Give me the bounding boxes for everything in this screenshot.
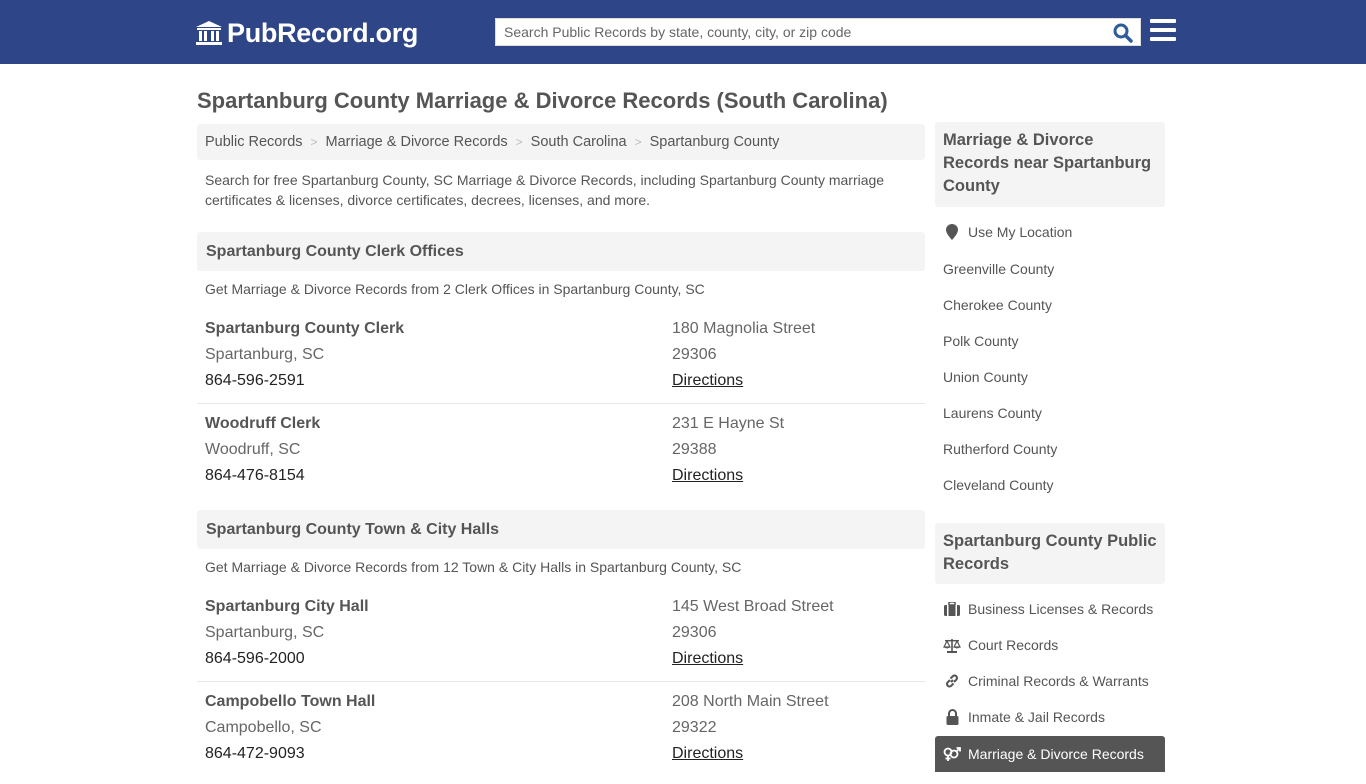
directions-link[interactable]: Directions (672, 650, 743, 667)
sidebar-link-criminal-records[interactable]: Criminal Records & Warrants (943, 673, 1149, 689)
office-entry: Woodruff Clerk Woodruff, SC 864-476-8154… (197, 411, 925, 506)
nearby-county-link[interactable]: Cherokee County (943, 297, 1052, 313)
sidebar-link-label: Court Records (968, 637, 1059, 653)
map-marker-icon (943, 224, 961, 240)
office-zip: 29388 (672, 441, 717, 458)
section-description: Get Marriage & Divorce Records from 2 Cl… (205, 281, 705, 297)
section-heading-town-city-halls: Spartanburg County Town & City Halls (197, 510, 925, 549)
sidebar-link-marriage-divorce-active[interactable]: Marriage & Divorce Records (935, 736, 1165, 772)
office-name: Spartanburg City Hall (205, 598, 369, 615)
logo-text: PubRecord.org (227, 17, 419, 48)
bank-building-icon (196, 21, 222, 45)
sidebar-link-inmate-records[interactable]: Inmate & Jail Records (943, 709, 1105, 725)
nearby-county-link[interactable]: Cleveland County (943, 477, 1054, 493)
office-zip: 29322 (672, 719, 717, 736)
directions-link[interactable]: Directions (672, 745, 743, 762)
directions-link[interactable]: Directions (672, 372, 743, 389)
nearby-county-link[interactable]: Union County (943, 369, 1028, 385)
sidebar-link-label: Business Licenses & Records (968, 601, 1154, 617)
sidebar-link-label: Marriage & Divorce Records (968, 746, 1144, 762)
office-entry: Spartanburg City Hall Spartanburg, SC 86… (197, 594, 925, 682)
office-address: 145 West Broad Street (672, 598, 834, 615)
top-navbar: PubRecord.org (0, 0, 1366, 64)
office-address: 231 E Hayne St (672, 415, 785, 432)
sidebar-link-label: Criminal Records & Warrants (968, 673, 1149, 689)
breadcrumb-separator: > (515, 135, 523, 149)
use-my-location-label: Use My Location (968, 224, 1073, 240)
breadcrumb-county[interactable]: Spartanburg County (650, 134, 780, 150)
link-icon (943, 673, 961, 689)
lock-icon (943, 709, 961, 725)
sidebar-heading-public-records: Spartanburg County Public Records (935, 523, 1165, 584)
nearby-county-link[interactable]: Rutherford County (943, 441, 1057, 457)
intro-text: Search for free Spartanburg County, SC M… (205, 172, 885, 208)
office-address: 208 North Main Street (672, 693, 829, 710)
office-phone: 864-476-8154 (205, 467, 305, 484)
sidebar-link-business-licenses[interactable]: Business Licenses & Records (943, 601, 1153, 617)
nearby-county-link[interactable]: Laurens County (943, 405, 1042, 421)
venus-mars-icon (943, 746, 961, 762)
briefcase-icon (943, 601, 961, 617)
office-name: Campobello Town Hall (205, 693, 376, 710)
office-phone: 864-596-2000 (205, 650, 305, 667)
office-name: Spartanburg County Clerk (205, 320, 405, 337)
breadcrumb-separator: > (310, 135, 318, 149)
office-city: Spartanburg, SC (205, 346, 325, 363)
site-logo[interactable]: PubRecord.org (195, 16, 418, 50)
search-icon[interactable] (1112, 22, 1134, 44)
use-my-location-link[interactable]: Use My Location (943, 224, 1072, 240)
search-input[interactable] (496, 19, 1106, 45)
office-entry: Spartanburg County Clerk Spartanburg, SC… (197, 316, 925, 404)
office-phone: 864-472-9093 (205, 745, 305, 762)
office-name: Woodruff Clerk (205, 415, 321, 432)
page-title: Spartanburg County Marriage & Divorce Re… (197, 88, 888, 113)
office-zip: 29306 (672, 624, 717, 641)
breadcrumb-separator: > (634, 135, 642, 149)
sidebar-link-label: Inmate & Jail Records (968, 709, 1105, 725)
office-city: Woodruff, SC (205, 441, 301, 458)
breadcrumb-state[interactable]: South Carolina (531, 134, 627, 150)
office-city: Spartanburg, SC (205, 624, 325, 641)
nearby-county-link[interactable]: Greenville County (943, 261, 1054, 277)
breadcrumb-marriage-divorce[interactable]: Marriage & Divorce Records (326, 134, 508, 150)
sidebar-link-court-records[interactable]: Court Records (943, 637, 1058, 653)
office-city: Campobello, SC (205, 719, 322, 736)
search-box (495, 18, 1141, 46)
hamburger-menu-icon[interactable] (1150, 19, 1176, 43)
directions-link[interactable]: Directions (672, 467, 743, 484)
breadcrumb: Public Records > Marriage & Divorce Reco… (197, 124, 925, 160)
office-entry: Campobello Town Hall Campobello, SC 864-… (197, 689, 925, 784)
nearby-county-link[interactable]: Polk County (943, 333, 1018, 349)
balance-scale-icon (943, 637, 961, 653)
office-zip: 29306 (672, 346, 717, 363)
breadcrumb-public-records[interactable]: Public Records (205, 134, 303, 150)
section-description: Get Marriage & Divorce Records from 12 T… (205, 559, 742, 575)
section-heading-clerk-offices: Spartanburg County Clerk Offices (197, 232, 925, 271)
office-phone: 864-596-2591 (205, 372, 305, 389)
sidebar-heading-nearby: Marriage & Divorce Records near Spartanb… (935, 122, 1165, 207)
office-address: 180 Magnolia Street (672, 320, 816, 337)
